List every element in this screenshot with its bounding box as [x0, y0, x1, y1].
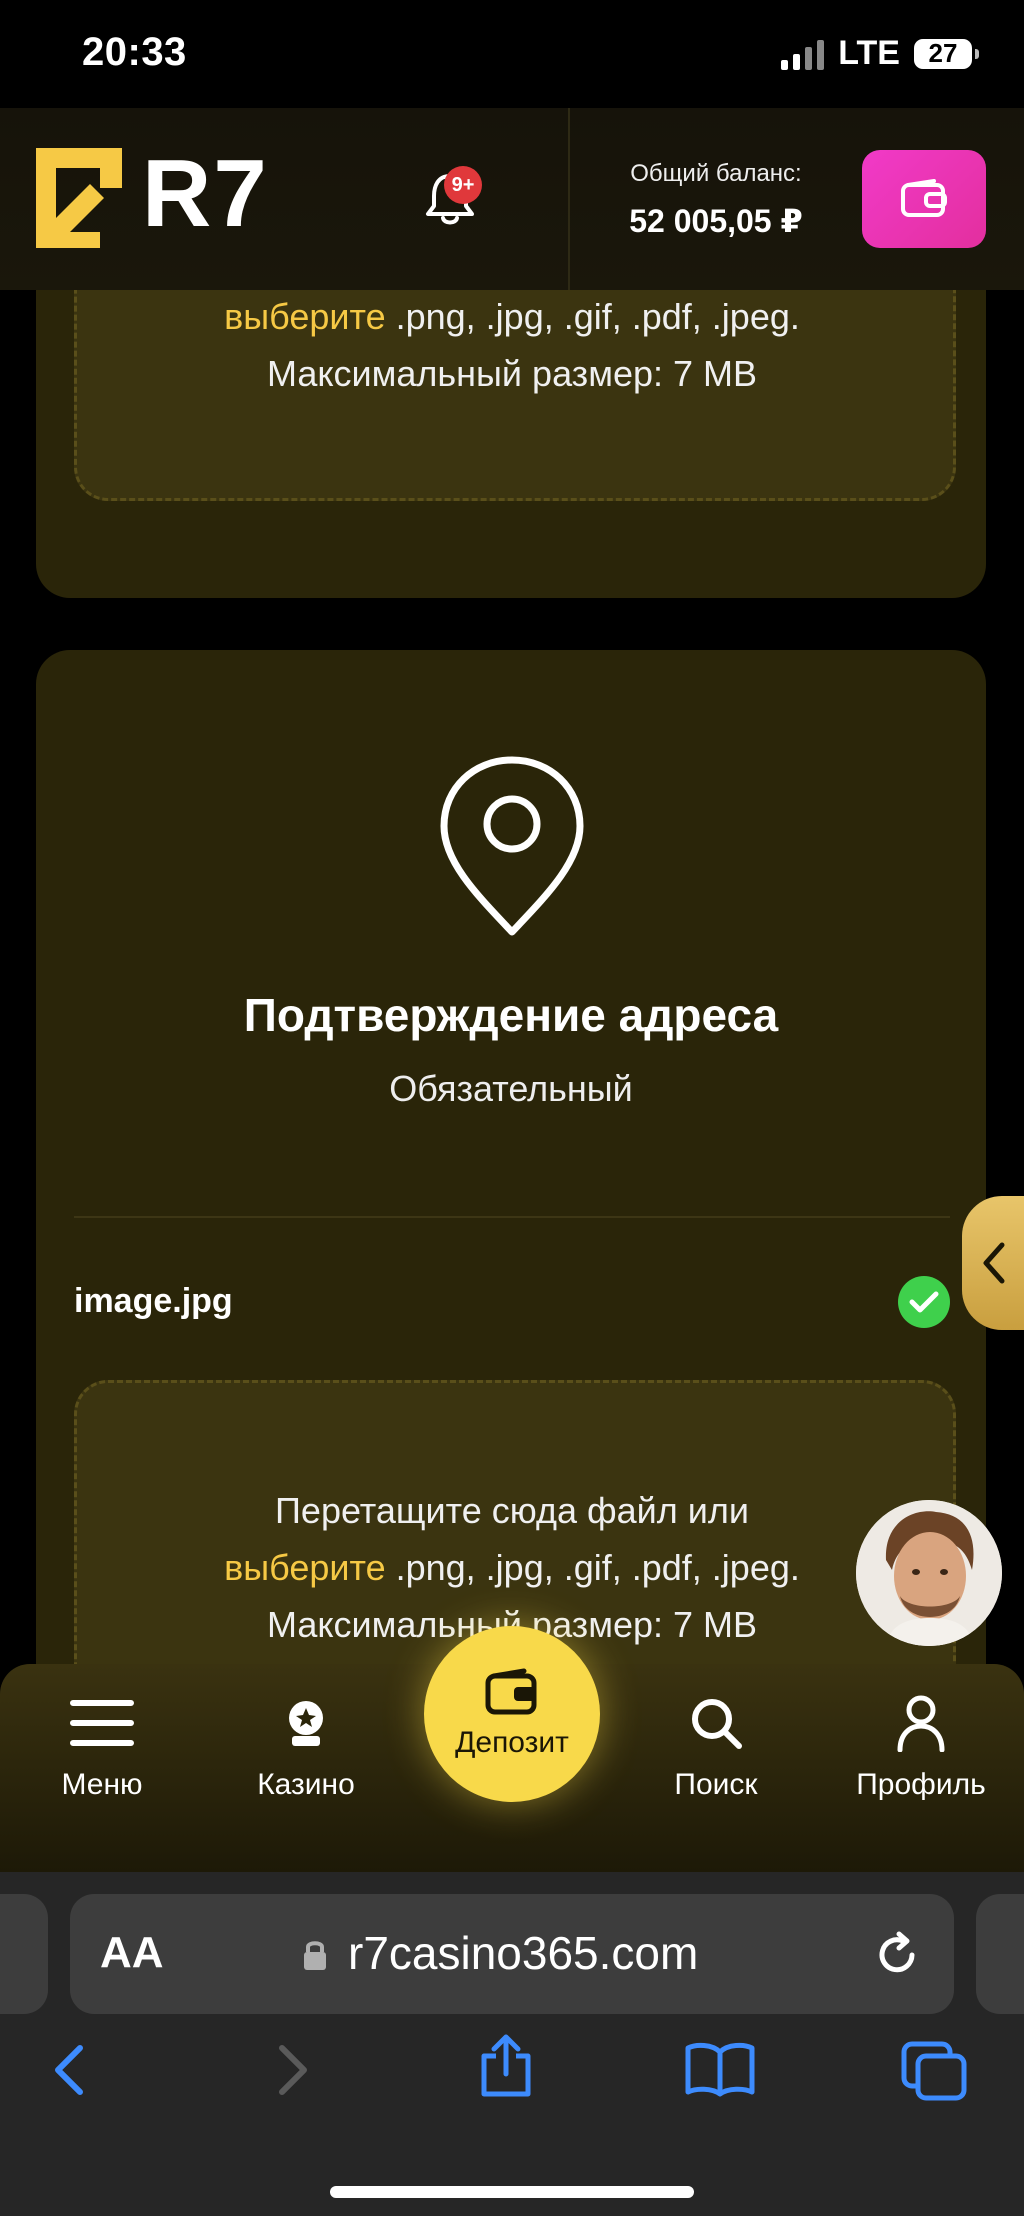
address-title: Подтверждение адреса: [243, 989, 779, 1041]
select-file-link-top[interactable]: выберите: [224, 296, 385, 337]
menu-icon: [70, 1700, 134, 1746]
nav-profile[interactable]: Профиль: [846, 1692, 996, 1802]
wallet-button[interactable]: [862, 150, 986, 248]
side-panel-toggle[interactable]: [962, 1196, 1024, 1330]
reader-settings-button[interactable]: AA: [100, 1928, 164, 1978]
status-indicators: LTE 27: [781, 34, 979, 73]
nav-casino[interactable]: Казино: [231, 1692, 381, 1802]
next-tab-preview[interactable]: [976, 1894, 1024, 2014]
nav-menu-label: Меню: [61, 1768, 143, 1801]
balance-value: 52 005,05 ₽: [629, 203, 803, 239]
url-text[interactable]: r7casino365.com: [348, 1926, 698, 1980]
header-divider: [568, 108, 570, 290]
notification-badge: 9+: [444, 166, 482, 204]
wallet-icon: [901, 179, 947, 217]
battery-icon: 27: [914, 38, 979, 69]
status-time: 20:33: [82, 30, 187, 74]
divider: [74, 1216, 950, 1218]
nav-deposit-label: Депозит: [455, 1726, 569, 1759]
casino-icon: [289, 1701, 323, 1746]
tabs-icon[interactable]: [900, 2040, 968, 2102]
drop-zone-top-text: выберите .png, .jpg, .gif, .pdf, .jpeg. …: [74, 288, 950, 402]
balance-label: Общий баланс:: [630, 160, 802, 187]
max-size-text-top: Максимальный размер: 7 MB: [266, 353, 758, 394]
check-icon: [898, 1276, 950, 1328]
uploaded-file-name: image.jpg: [74, 1282, 233, 1320]
location-pin-icon: [440, 756, 584, 936]
logo-text[interactable]: R7: [142, 144, 269, 244]
network-type: LTE: [838, 34, 900, 72]
drop-instruction: Перетащите сюда файл или: [275, 1490, 749, 1531]
nav-casino-label: Казино: [257, 1768, 355, 1801]
share-icon[interactable]: [476, 2034, 536, 2100]
home-indicator[interactable]: [330, 2186, 694, 2198]
select-file-link[interactable]: выберите: [224, 1547, 385, 1588]
chevron-left-icon: [983, 1242, 1005, 1284]
r7-logo-icon[interactable]: [36, 148, 122, 248]
signal-icon: [781, 38, 825, 70]
forward-icon[interactable]: [270, 2040, 314, 2100]
back-icon[interactable]: [48, 2040, 92, 2100]
support-agent-avatar-icon: [856, 1500, 1002, 1646]
nav-menu[interactable]: Меню: [27, 1692, 177, 1802]
app-header: R7 9+ Общий баланс: 52 005,05 ₽: [0, 108, 1024, 290]
nav-search[interactable]: Поиск: [641, 1692, 791, 1802]
bookmarks-icon[interactable]: [684, 2040, 756, 2098]
address-required-label: Обязательный: [389, 1068, 633, 1109]
battery-level: 27: [928, 38, 958, 68]
nav-deposit-button[interactable]: Депозит: [424, 1626, 600, 1802]
previous-tab-preview[interactable]: [0, 1894, 48, 2014]
nav-search-label: Поиск: [674, 1768, 758, 1801]
lock-icon: [304, 1941, 326, 1970]
formats-text-top: .png, .jpg, .gif, .pdf, .jpeg.: [385, 296, 800, 337]
nav-profile-label: Профиль: [856, 1768, 986, 1801]
wallet-icon: [485, 1668, 537, 1715]
search-icon: [692, 1699, 742, 1749]
reload-icon[interactable]: [872, 1930, 922, 1980]
profile-icon: [897, 1695, 945, 1752]
formats-text: .png, .jpg, .gif, .pdf, .jpeg.: [385, 1547, 800, 1588]
support-avatar[interactable]: [856, 1500, 1002, 1646]
